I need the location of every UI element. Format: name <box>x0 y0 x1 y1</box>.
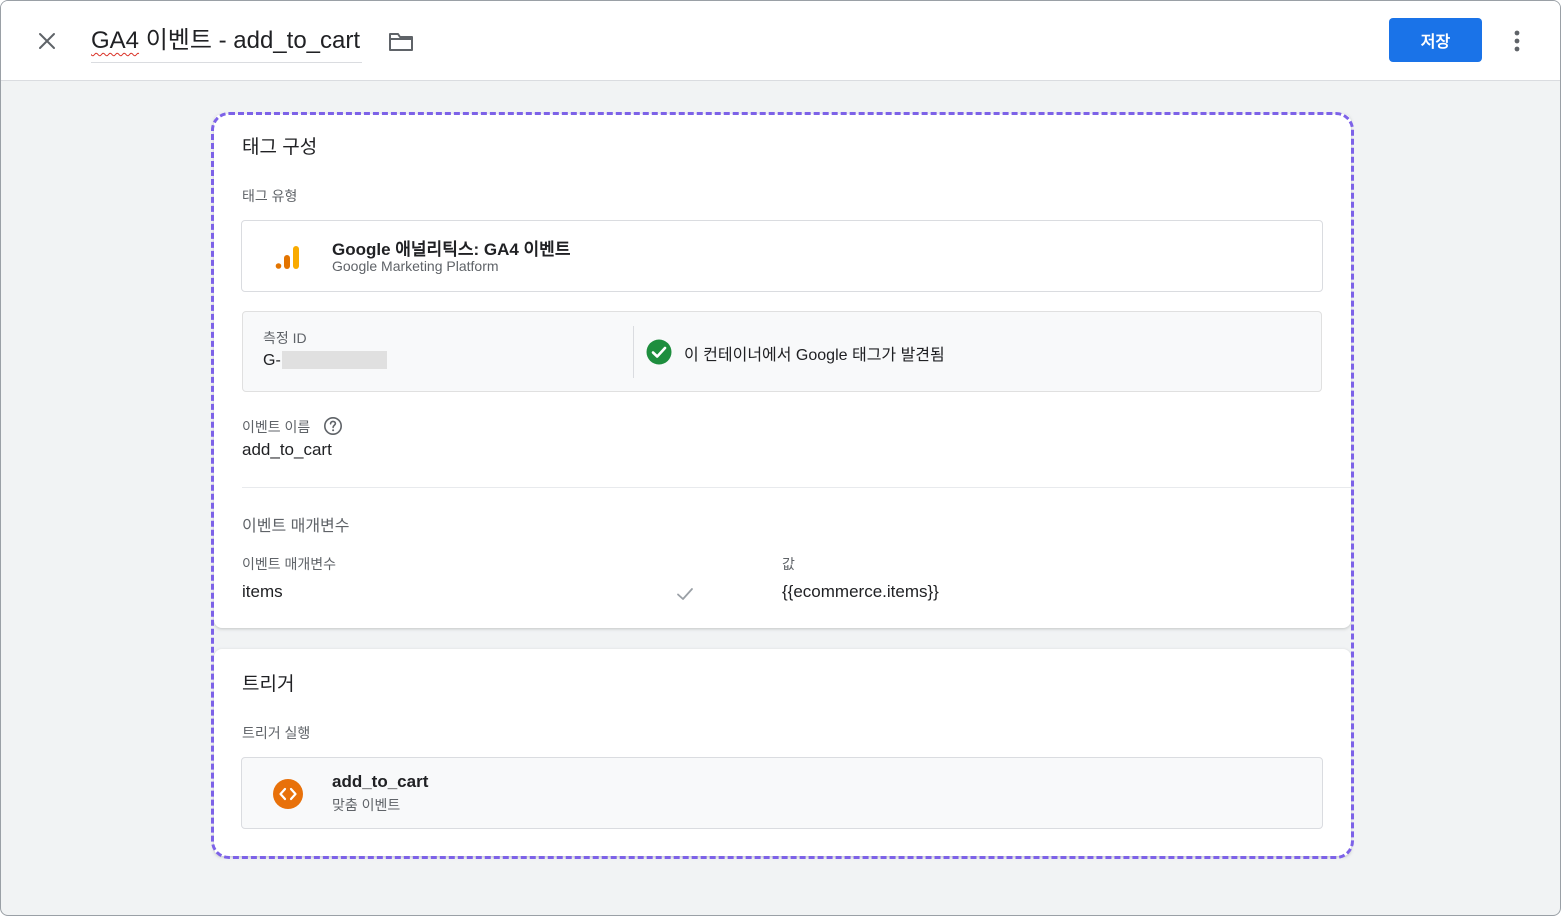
event-name-label: 이벤트 이름 <box>242 419 311 435</box>
more-options-button[interactable] <box>1501 23 1533 59</box>
tag-type-selector[interactable]: Google 애널리틱스: GA4 이벤트 Google Marketing P… <box>241 220 1323 292</box>
measurement-id-redaction <box>282 351 387 369</box>
measurement-id-value: G- <box>263 352 281 369</box>
tag-type-label: 태그 유형 <box>242 188 298 204</box>
trigger-item[interactable]: add_to_cart 맞춤 이벤트 <box>241 757 1323 829</box>
tag-name-rest: 이벤트 - add_to_cart <box>139 27 361 54</box>
param-name-cell: items <box>242 582 283 601</box>
tag-name-title: GA4 이벤트 - add_to_cart <box>91 27 360 54</box>
trigger-title: 트리거 <box>242 674 295 695</box>
section-divider <box>242 487 1351 488</box>
tag-config-card[interactable]: 태그 구성 태그 유형 Google 애널리틱스: GA4 이벤트 Google… <box>214 114 1351 628</box>
measurement-divider <box>633 326 634 378</box>
param-col-header: 이벤트 매개변수 <box>242 556 337 572</box>
google-tag-found-status: 이 컨테이너에서 Google 태그가 발견됨 <box>684 347 945 364</box>
event-name-value: add_to_cart <box>242 440 332 459</box>
event-params-title: 이벤트 매개변수 <box>242 518 350 535</box>
check-circle-icon <box>646 339 672 365</box>
tag-type-name: Google 애널리틱스: GA4 이벤트 <box>332 240 571 259</box>
analytics-bars-icon <box>275 246 299 269</box>
trigger-type: 맞춤 이벤트 <box>332 797 401 813</box>
checkmark-icon <box>677 588 693 600</box>
measurement-id-box[interactable]: 측정 ID G- 이 컨테이너에서 Google 태그가 발견됨 <box>242 311 1322 392</box>
measurement-id-label: 측정 ID <box>263 330 307 346</box>
editor-header: GA4 이벤트 - add_to_cart 저장 <box>1 1 1560 81</box>
trigger-name: add_to_cart <box>332 772 429 791</box>
param-value-cell: {{ecommerce.items}} <box>782 582 939 601</box>
save-button[interactable]: 저장 <box>1389 18 1482 62</box>
tag-type-platform: Google Marketing Platform <box>332 258 499 274</box>
more-vert-icon <box>1514 30 1520 52</box>
tag-name-field[interactable]: GA4 이벤트 - add_to_cart <box>91 23 363 63</box>
help-icon[interactable] <box>323 416 343 436</box>
trigger-card[interactable]: 트리거 트리거 실행 add_to_cart 맞춤 이벤트 <box>214 649 1351 856</box>
folder-icon <box>389 33 413 51</box>
close-button[interactable] <box>29 23 65 59</box>
code-brackets-icon <box>273 779 303 809</box>
value-col-header: 값 <box>782 556 795 572</box>
firing-triggers-label: 트리거 실행 <box>242 725 311 741</box>
folder-button[interactable] <box>385 27 417 57</box>
close-icon <box>39 33 55 49</box>
tag-editor-window: GA4 이벤트 - add_to_cart 저장 태그 구성 태그 유형 Goo… <box>0 0 1561 916</box>
tag-name-prefix: GA4 <box>91 27 140 54</box>
tag-config-title: 태그 구성 <box>242 137 318 158</box>
